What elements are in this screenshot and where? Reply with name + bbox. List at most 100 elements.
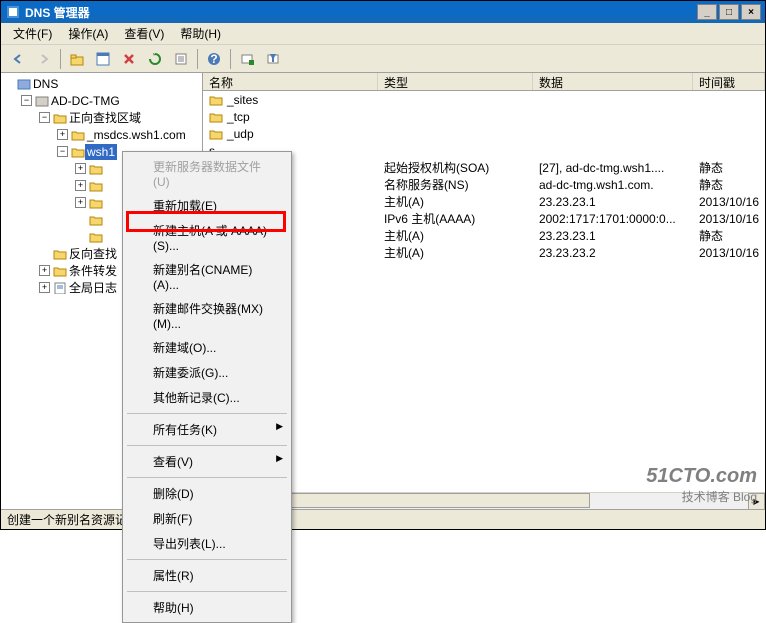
- menu-update-server-data[interactable]: 更新服务器数据文件(U): [125, 154, 289, 193]
- header-timestamp[interactable]: 时间戳: [693, 73, 765, 90]
- cell-type: 主机(A): [378, 193, 533, 210]
- cell-timestamp: 静态: [693, 159, 765, 176]
- content-area: DNS − AD-DC-TMG − 正向查找区域 + _msdcs.wsh1.c…: [1, 73, 765, 509]
- filter-add-button[interactable]: [235, 47, 259, 71]
- menu-separator: [127, 477, 287, 478]
- new-window-button[interactable]: [91, 47, 115, 71]
- minimize-button[interactable]: _: [697, 4, 717, 20]
- menu-bar: 文件(F) 操作(A) 查看(V) 帮助(H): [1, 23, 765, 45]
- collapse-icon[interactable]: −: [21, 95, 32, 106]
- menu-separator: [127, 591, 287, 592]
- up-button[interactable]: [65, 47, 89, 71]
- cell-data: ad-dc-tmg.wsh1.com.: [533, 178, 693, 192]
- maximize-button[interactable]: □: [719, 4, 739, 20]
- menu-export-list[interactable]: 导出列表(L)...: [125, 531, 289, 556]
- list-header: 名称 类型 数据 时间戳: [203, 73, 765, 91]
- menu-refresh[interactable]: 刷新(F): [125, 506, 289, 531]
- cell-data: [27], ad-dc-tmg.wsh1....: [533, 161, 693, 175]
- menu-help[interactable]: 帮助(H): [125, 595, 289, 620]
- expand-icon[interactable]: +: [75, 197, 86, 208]
- cell-data: 23.23.23.2: [533, 246, 693, 260]
- toolbar: ?: [1, 45, 765, 73]
- menu-other-new[interactable]: 其他新记录(C)...: [125, 385, 289, 410]
- expand-icon[interactable]: +: [57, 129, 68, 140]
- filter-button[interactable]: [261, 47, 285, 71]
- cell-type: IPv6 主机(AAAA): [378, 210, 533, 227]
- zone-icon: [71, 129, 85, 141]
- menu-view[interactable]: 查看(V): [125, 449, 289, 474]
- back-button[interactable]: [6, 47, 30, 71]
- table-row[interactable]: _udp: [203, 125, 765, 142]
- menu-new-host[interactable]: 新建主机(A 或 AAAA)(S)...: [125, 218, 289, 257]
- folder-icon: [53, 248, 67, 260]
- cell-timestamp: 2013/10/16: [693, 195, 765, 209]
- properties-toolbar-button[interactable]: [169, 47, 193, 71]
- menu-separator: [127, 559, 287, 560]
- folder-icon: [89, 231, 103, 243]
- cell-type: 主机(A): [378, 227, 533, 244]
- context-menu: 更新服务器数据文件(U) 重新加载(E) 新建主机(A 或 AAAA)(S)..…: [122, 151, 292, 623]
- tree-server[interactable]: − AD-DC-TMG: [3, 92, 202, 109]
- cell-timestamp: 静态: [693, 227, 765, 244]
- menu-delete[interactable]: 删除(D): [125, 481, 289, 506]
- collapse-icon[interactable]: −: [57, 146, 68, 157]
- title-bar: DNS 管理器 _ □ ×: [1, 1, 765, 23]
- header-type[interactable]: 类型: [378, 73, 533, 90]
- cell-timestamp: 静态: [693, 176, 765, 193]
- expand-icon[interactable]: +: [75, 163, 86, 174]
- cell-data: 23.23.23.1: [533, 195, 693, 209]
- table-row[interactable]: _sites: [203, 91, 765, 108]
- menu-all-tasks[interactable]: 所有任务(K): [125, 417, 289, 442]
- folder-icon: [89, 197, 103, 209]
- menu-help[interactable]: 帮助(H): [172, 22, 229, 45]
- scroll-right-button[interactable]: ▶: [748, 493, 765, 510]
- menu-new-delegation[interactable]: 新建委派(G)...: [125, 360, 289, 385]
- menu-new-domain[interactable]: 新建域(O)...: [125, 335, 289, 360]
- table-row[interactable]: _tcp: [203, 108, 765, 125]
- collapse-icon[interactable]: −: [39, 112, 50, 123]
- toolbar-separator: [60, 49, 61, 69]
- menu-action[interactable]: 操作(A): [60, 22, 116, 45]
- window-title: DNS 管理器: [25, 4, 697, 21]
- menu-file[interactable]: 文件(F): [5, 22, 60, 45]
- cell-type: 名称服务器(NS): [378, 176, 533, 193]
- help-toolbar-button[interactable]: ?: [202, 47, 226, 71]
- menu-properties[interactable]: 属性(R): [125, 563, 289, 588]
- cell-timestamp: 2013/10/16: [693, 246, 765, 260]
- header-name[interactable]: 名称: [203, 73, 378, 90]
- folder-icon: [209, 111, 223, 123]
- cell-data: 23.23.23.1: [533, 229, 693, 243]
- folder-icon: [89, 163, 103, 175]
- forward-button[interactable]: [32, 47, 56, 71]
- cell-data: 2002:1717:1701:0000:0...: [533, 212, 693, 226]
- close-button[interactable]: ×: [741, 4, 761, 20]
- cell-timestamp: 2013/10/16: [693, 212, 765, 226]
- refresh-toolbar-button[interactable]: [143, 47, 167, 71]
- tree-forward-zones[interactable]: − 正向查找区域: [3, 109, 202, 126]
- toolbar-separator: [230, 49, 231, 69]
- expand-icon[interactable]: +: [39, 265, 50, 276]
- zone-icon: [71, 146, 85, 158]
- menu-new-mx[interactable]: 新建邮件交换器(MX)(M)...: [125, 296, 289, 335]
- log-icon: [53, 282, 67, 294]
- folder-icon: [89, 180, 103, 192]
- menu-view[interactable]: 查看(V): [116, 22, 172, 45]
- expand-icon[interactable]: +: [39, 282, 50, 293]
- folder-icon: [209, 128, 223, 140]
- tree-root[interactable]: DNS: [3, 75, 202, 92]
- menu-new-cname[interactable]: 新建别名(CNAME)(A)...: [125, 257, 289, 296]
- header-data[interactable]: 数据: [533, 73, 693, 90]
- folder-icon: [53, 112, 67, 124]
- status-bar: 创建一个新别名资源记录。: [1, 509, 765, 529]
- cell-name: _tcp: [227, 110, 250, 124]
- menu-separator: [127, 413, 287, 414]
- toolbar-separator: [197, 49, 198, 69]
- scroll-track[interactable]: [220, 493, 748, 509]
- expand-icon[interactable]: +: [75, 180, 86, 191]
- folder-icon: [209, 94, 223, 106]
- delete-toolbar-button[interactable]: [117, 47, 141, 71]
- svg-text:?: ?: [210, 52, 217, 66]
- cell-type: 起始授权机构(SOA): [378, 159, 533, 176]
- menu-reload[interactable]: 重新加载(E): [125, 193, 289, 218]
- tree-zone-msdcs[interactable]: + _msdcs.wsh1.com: [3, 126, 202, 143]
